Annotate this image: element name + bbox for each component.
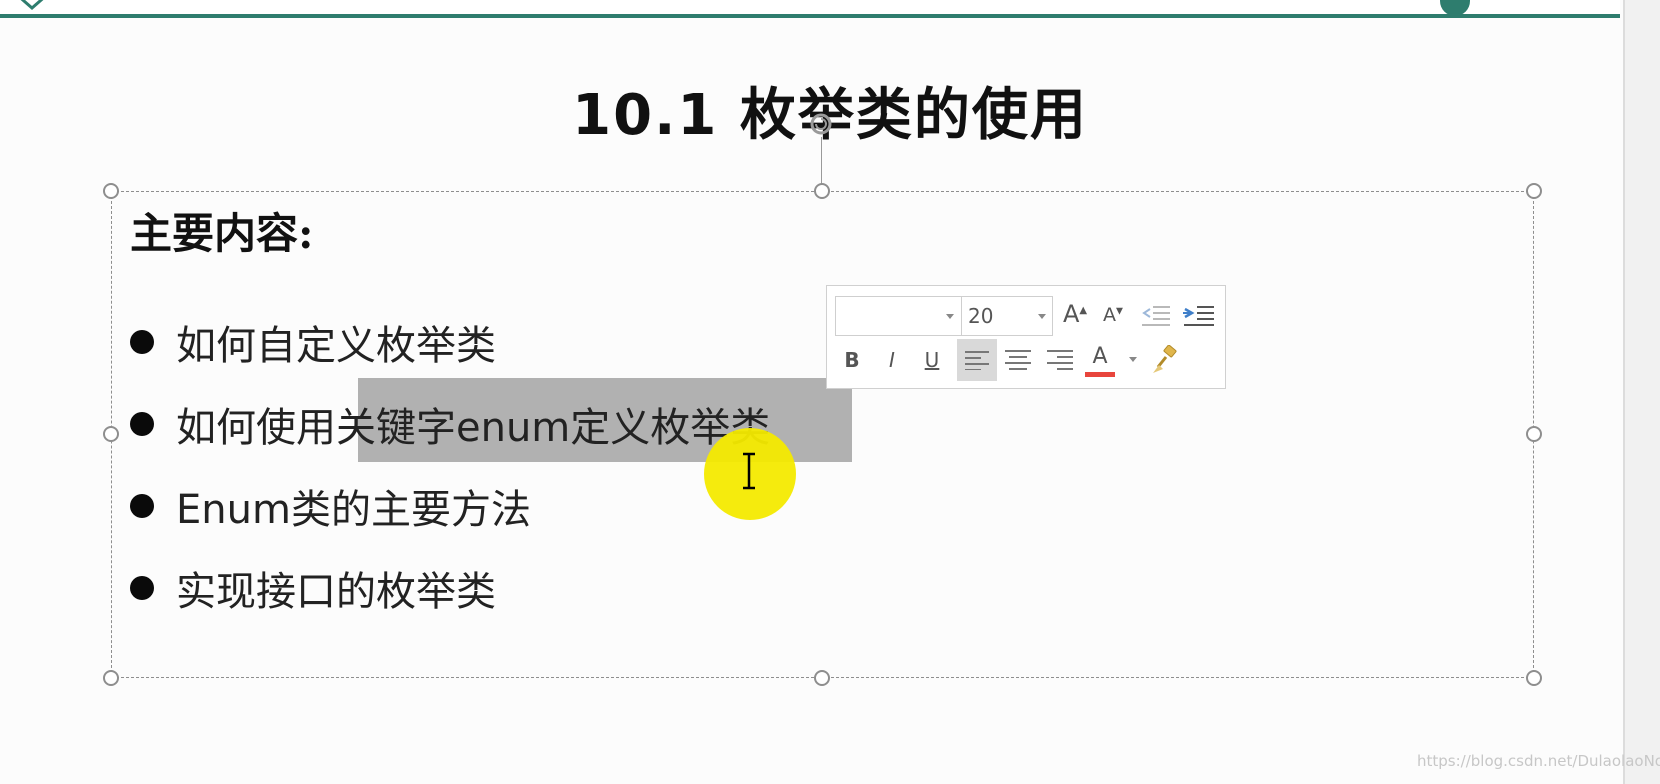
vertical-scrollbar[interactable] [1625, 0, 1660, 784]
bullet-text[interactable]: 如何使用关键字enum定义枚举类 [176, 395, 770, 453]
resize-handle-bottom-left[interactable] [103, 670, 119, 686]
list-item[interactable]: Enum类的主要方法 [130, 476, 531, 536]
bold-label: B [844, 348, 860, 372]
rotate-handle-stem [821, 137, 822, 189]
align-left-icon [965, 351, 989, 370]
italic-button[interactable]: I [879, 344, 905, 376]
resize-handle-right[interactable] [1526, 426, 1542, 442]
italic-label: I [889, 348, 895, 372]
list-item[interactable]: 如何使用关键字enum定义枚举类 [130, 394, 770, 454]
bullet-text[interactable]: 实现接口的枚举类 [176, 559, 496, 617]
align-center-icon[interactable] [1005, 349, 1031, 371]
content-heading[interactable]: 主要内容: [130, 200, 314, 261]
grow-font-label: A [1062, 300, 1080, 328]
align-right-icon[interactable] [1047, 349, 1073, 371]
rotate-handle-icon[interactable] [809, 112, 833, 136]
bullet-text[interactable]: Enum类的主要方法 [176, 477, 531, 535]
bullet-icon [130, 412, 154, 436]
slide-editor: 10.1 枚举类的使用 主要内容: 如何自定义枚举类 如何使用关键字enum定义… [0, 0, 1660, 784]
grow-font-button[interactable]: A▲ [1061, 300, 1089, 332]
chevron-down-icon [946, 314, 954, 319]
underline-label: U [924, 348, 940, 372]
bullet-icon [130, 576, 154, 600]
resize-handle-bottom[interactable] [814, 670, 830, 686]
underline-button[interactable]: U [919, 344, 945, 376]
ribbon-bottom-edge [0, 0, 1620, 14]
font-color-swatch [1085, 372, 1115, 377]
bullet-icon [130, 494, 154, 518]
resize-handle-top[interactable] [814, 183, 830, 199]
resize-handle-bottom-right[interactable] [1526, 670, 1542, 686]
resize-handle-top-right[interactable] [1526, 183, 1542, 199]
text-cursor-icon [743, 452, 755, 490]
resize-handle-top-left[interactable] [103, 183, 119, 199]
bullet-icon [130, 330, 154, 354]
list-item[interactable]: 如何自定义枚举类 [130, 312, 496, 372]
bullet-text[interactable]: 如何自定义枚举类 [176, 313, 496, 371]
bold-button[interactable]: B [839, 344, 865, 376]
font-name-dropdown[interactable] [835, 296, 963, 336]
chevron-down-icon [1038, 314, 1046, 319]
format-painter-icon[interactable] [1151, 345, 1181, 375]
collapse-chevron-icon[interactable] [12, 0, 52, 14]
increase-indent-icon[interactable] [1183, 304, 1215, 328]
align-left-button[interactable] [957, 339, 997, 381]
mini-format-toolbar: 20 A▲ A▼ B I U A [826, 285, 1226, 389]
slide-title[interactable]: 10.1 枚举类的使用 [430, 70, 1230, 151]
chevron-down-icon[interactable] [1129, 357, 1137, 362]
font-color-button[interactable]: A [1085, 342, 1115, 377]
font-size-value: 20 [968, 304, 994, 328]
font-size-dropdown[interactable]: 20 [961, 296, 1053, 336]
ribbon-accent-line [0, 14, 1620, 18]
watermark-text: https://blog.csdn.net/DulaolaoNo [1417, 752, 1660, 770]
list-item[interactable]: 实现接口的枚举类 [130, 558, 496, 618]
decrease-indent-icon[interactable] [1141, 304, 1171, 328]
resize-handle-left[interactable] [103, 426, 119, 442]
font-color-label: A [1092, 344, 1108, 369]
shrink-font-button[interactable]: A▼ [1099, 304, 1127, 332]
shrink-font-label: A [1103, 304, 1117, 326]
